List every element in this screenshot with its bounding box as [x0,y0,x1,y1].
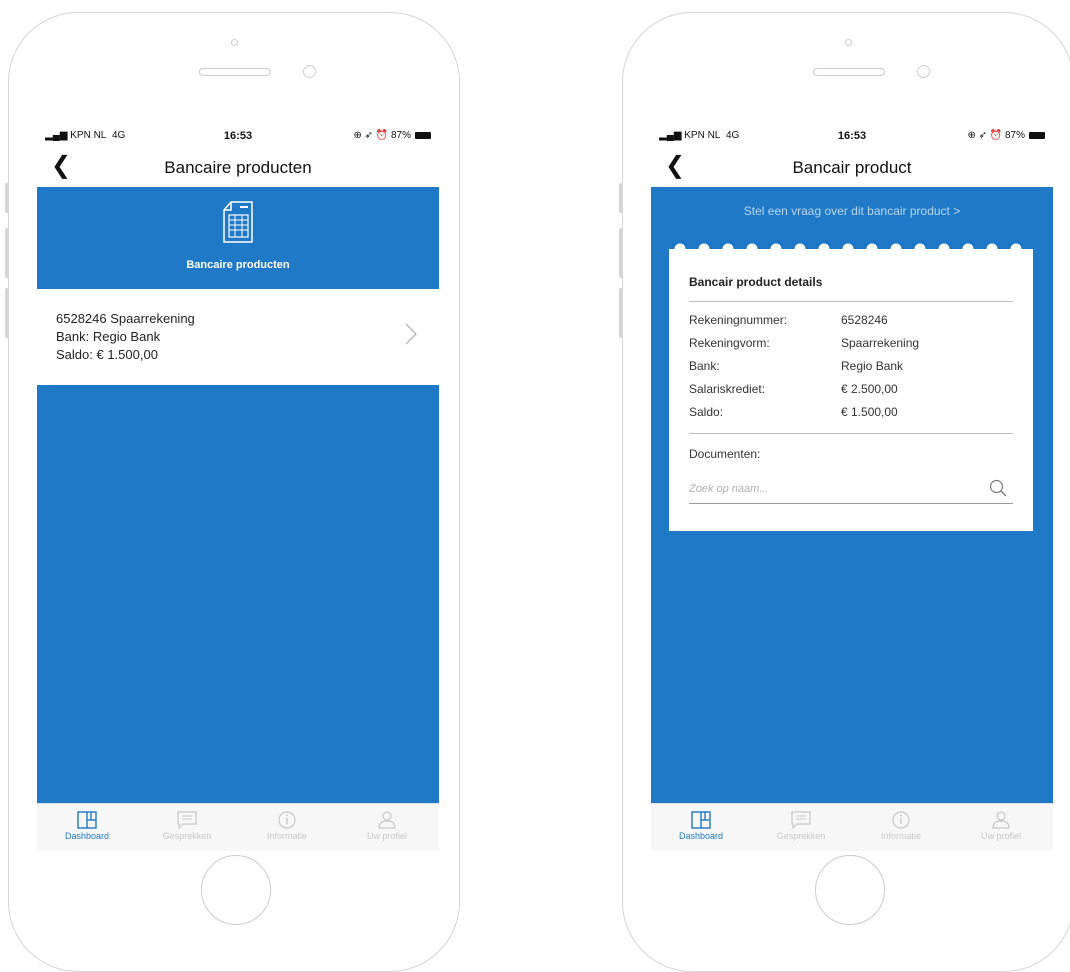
page-title: Bancair product [792,158,912,177]
bank-name: Bank: Regio Bank [56,329,161,344]
tab-label: Uw profiel [980,831,1021,841]
detail-label-salariskrediet: Salariskrediet: [689,382,766,396]
tab-label: Uw profiel [366,831,407,841]
tab-gesprekken[interactable]: Gesprekken [137,804,237,851]
info-icon [892,811,910,829]
nav-bar: ❮ Bancair product [651,147,1053,187]
detail-label-bank: Bank: [689,359,720,373]
front-camera [231,39,238,46]
dashboard-icon [77,811,97,829]
detail-value-salariskrediet: € 2.500,00 [841,382,898,396]
hero-banner: Bancaire producten [37,187,439,289]
mute-switch [5,183,9,213]
bank-statement-icon [223,201,253,243]
volume-down-button [619,288,623,338]
tab-dashboard[interactable]: Dashboard [37,804,137,851]
tab-uw-profiel[interactable]: Uw profiel [951,804,1051,851]
battery-percentage: ⊕ ➶ ⏰ 87% [353,130,411,141]
chat-icon [791,811,811,829]
document-search-input[interactable] [689,479,979,499]
nav-bar: ❮ Bancaire producten [37,147,439,187]
dashboard-icon [691,811,711,829]
ask-question-link[interactable]: Stel een vraag over dit bancair product … [651,187,1053,235]
tab-uw-profiel[interactable]: Uw profiel [337,804,437,851]
detail-value-rekeningnummer: 6528246 [841,313,888,327]
proximity-sensor [917,65,930,78]
battery-icon [415,132,431,139]
mute-switch [619,183,623,213]
detail-label-rekeningnummer: Rekeningnummer: [689,313,788,327]
phone-frame-right: ▂▄▆ KPN NL 4G 16:53 ⊕ ➶ ⏰ 87% ❮ Bancair … [619,12,1070,972]
documents-label: Documenten: [689,447,761,461]
front-camera [845,39,852,46]
status-bar: ▂▄▆ KPN NL 4G 16:53 ⊕ ➶ ⏰ 87% [651,125,1053,147]
tab-label: Gesprekken [162,831,212,841]
detail-label-saldo: Saldo: [689,405,724,419]
screen-bancair-product: ▂▄▆ KPN NL 4G 16:53 ⊕ ➶ ⏰ 87% ❮ Bancair … [651,125,1053,851]
tab-dashboard[interactable]: Dashboard [651,804,751,851]
bank-product-list-item[interactable]: 6528246 Spaarrekening Bank: Regio Bank S… [37,289,439,385]
battery-percentage: ⊕ ➶ ⏰ 87% [967,130,1025,141]
profile-icon [378,811,396,829]
battery-icon [1029,132,1045,139]
card-title: Bancair product details [689,275,823,289]
info-icon [278,811,296,829]
chat-icon [177,811,197,829]
hero-label: Bancaire producten [186,259,290,271]
page-title: Bancaire producten [164,158,312,177]
volume-up-button [619,228,623,278]
tab-label: Informatie [266,831,308,841]
detail-label-rekeningvorm: Rekeningvorm: [689,336,770,350]
tab-informatie[interactable]: Informatie [851,804,951,851]
tab-label: Dashboard [64,831,110,841]
detail-value-rekeningvorm: Spaarrekening [841,336,920,350]
phone-frame-left: ▂▄▆ KPN NL 4G 16:53 ⊕ ➶ ⏰ 87% ❮ Bancaire… [5,12,460,972]
divider [689,433,1013,434]
balance: Saldo: € 1.500,00 [56,347,158,362]
search-underline [689,503,1013,504]
product-details-card: Bancair product details Rekeningnummer: … [669,253,1033,531]
tab-bar: Dashboard Gesprekken Informatie Uw profi… [651,803,1053,851]
screen-bancaire-producten: ▂▄▆ KPN NL 4G 16:53 ⊕ ➶ ⏰ 87% ❮ Bancaire… [37,125,439,851]
proximity-sensor [303,65,316,78]
volume-down-button [5,288,9,338]
profile-icon [992,811,1010,829]
tab-label: Dashboard [678,831,724,841]
home-button[interactable] [201,855,271,925]
detail-value-bank: Regio Bank [841,359,904,373]
divider [689,301,1013,302]
chevron-right-icon [405,323,417,345]
tab-gesprekken[interactable]: Gesprekken [751,804,851,851]
search-icon[interactable] [989,479,1007,497]
tab-informatie[interactable]: Informatie [237,804,337,851]
earpiece-speaker [199,68,271,76]
tab-label: Informatie [880,831,922,841]
account-number-type: 6528246 Spaarrekening [56,311,195,326]
earpiece-speaker [813,68,885,76]
home-button[interactable] [815,855,885,925]
volume-up-button [5,228,9,278]
tab-label: Gesprekken [776,831,826,841]
tab-bar: Dashboard Gesprekken Informatie Uw profi… [37,803,439,851]
detail-value-saldo: € 1.500,00 [841,405,898,419]
status-bar: ▂▄▆ KPN NL 4G 16:53 ⊕ ➶ ⏰ 87% [37,125,439,147]
